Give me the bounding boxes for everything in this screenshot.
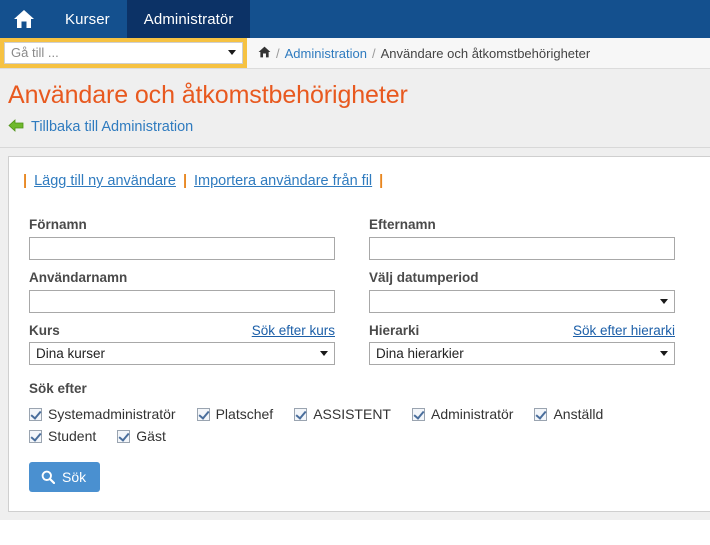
content-area: | Lägg till ny användare | Importera anv… xyxy=(0,148,710,520)
action-separator-3: | xyxy=(379,173,384,189)
course-label-row: Kurs Sök efter kurs xyxy=(29,323,351,338)
action-separator-2: | xyxy=(182,173,188,189)
action-links-row: | Lägg till ny användare | Importera anv… xyxy=(9,171,710,189)
nav-tab-kurser[interactable]: Kurser xyxy=(48,0,127,38)
breadcrumb-link-administration[interactable]: Administration xyxy=(285,46,367,61)
chevron-down-icon xyxy=(228,50,236,55)
chevron-down-icon xyxy=(660,351,668,356)
checkbox-anstalld[interactable]: Anställd xyxy=(534,406,603,422)
form-row-names: Förnamn Efternamn xyxy=(29,217,710,260)
hierarchy-label-row: Hierarki Sök efter hierarki xyxy=(369,323,691,338)
home-icon xyxy=(13,9,35,29)
checkbox-assistent[interactable]: ASSISTENT xyxy=(294,406,391,422)
search-for-checkbox-rows: Systemadministratör Platschef ASSISTENT xyxy=(29,401,710,444)
hierarchy-value: Dina hierarkier xyxy=(376,346,464,361)
checkbox-label: Systemadministratör xyxy=(48,406,176,422)
nav-tab-kurser-label: Kurser xyxy=(65,10,110,28)
page-title: Användare och åtkomstbehörigheter xyxy=(8,81,408,109)
checkbox-icon xyxy=(29,429,42,443)
checkbox-systemadministrator[interactable]: Systemadministratör xyxy=(29,406,176,422)
username-input[interactable] xyxy=(29,290,335,313)
back-link-row[interactable]: Tillbaka till Administration xyxy=(8,119,710,137)
field-username: Användarnamn xyxy=(29,270,369,313)
course-value: Dina kurser xyxy=(36,346,106,361)
checkbox-label: Platschef xyxy=(215,406,274,422)
field-hierarchy: Hierarki Sök efter hierarki Dina hierark… xyxy=(369,323,709,365)
checkbox-label: Anställd xyxy=(553,406,604,422)
dateperiod-dropdown[interactable] xyxy=(369,290,675,313)
course-dropdown[interactable]: Dina kurser xyxy=(29,342,335,365)
form-row-username-period: Användarnamn Välj datumperiod xyxy=(29,270,710,313)
dateperiod-label: Välj datumperiod xyxy=(369,270,479,285)
user-search-form: Förnamn Efternamn Användarnamn Välj datu… xyxy=(9,189,710,492)
firstname-label: Förnamn xyxy=(29,217,87,232)
checkbox-platschef[interactable]: Platschef xyxy=(196,406,274,422)
checkbox-label: Administratör xyxy=(430,406,514,422)
add-new-user-link[interactable]: Lägg till ny användare xyxy=(34,173,176,189)
checkbox-administrator[interactable]: Administratör xyxy=(411,406,514,422)
search-for-group: Sök efter Systemadministratör Platschef xyxy=(29,375,710,444)
field-lastname: Efternamn xyxy=(369,217,709,260)
form-row-course-hierarchy: Kurs Sök efter kurs Dina kurser Hierarki… xyxy=(29,323,710,365)
top-navigation-bar: Kurser Administratör xyxy=(0,0,710,38)
chevron-down-icon xyxy=(660,299,668,304)
search-for-label: Sök efter xyxy=(29,381,87,396)
home-button[interactable] xyxy=(0,0,48,38)
submit-row: Sök xyxy=(29,450,710,492)
search-button-label: Sök xyxy=(62,469,87,485)
breadcrumb-current-page: Användare och åtkomstbehörigheter xyxy=(380,45,591,61)
checkbox-icon xyxy=(29,407,42,421)
checkbox-gast[interactable]: Gäst xyxy=(117,428,166,444)
checkbox-label: Gäst xyxy=(136,428,166,444)
goto-dropdown-value: Gå till ... xyxy=(11,45,59,60)
search-icon xyxy=(41,470,55,484)
search-button[interactable]: Sök xyxy=(29,462,101,492)
checkbox-icon xyxy=(117,429,131,443)
secondary-bar: Gå till ... / Administration / Användare… xyxy=(0,38,710,69)
nav-tab-administrator-label: Administratör xyxy=(143,10,234,28)
chevron-down-icon xyxy=(320,351,328,356)
username-label: Användarnamn xyxy=(29,270,128,285)
field-dateperiod: Välj datumperiod xyxy=(369,270,709,313)
import-users-link[interactable]: Importera användare från fil xyxy=(194,173,372,189)
breadcrumb-separator-2: / xyxy=(372,45,376,61)
checkbox-icon xyxy=(294,407,308,421)
page-header: Användare och åtkomstbehörigheter Tillba… xyxy=(0,69,710,148)
checkbox-icon xyxy=(534,407,548,421)
checkbox-label: Student xyxy=(48,428,97,444)
checkbox-row-1: Systemadministratör Platschef ASSISTENT xyxy=(29,406,710,422)
nav-tab-administrator[interactable]: Administratör xyxy=(126,0,251,38)
lastname-label: Efternamn xyxy=(369,217,436,232)
field-course: Kurs Sök efter kurs Dina kurser xyxy=(29,323,369,365)
hierarchy-label: Hierarki xyxy=(369,323,420,338)
search-course-link[interactable]: Sök efter kurs xyxy=(252,323,335,338)
checkbox-student[interactable]: Student xyxy=(29,428,96,444)
breadcrumb-home-icon[interactable] xyxy=(258,46,271,61)
action-separator-1: | xyxy=(23,173,28,189)
hierarchy-dropdown[interactable]: Dina hierarkier xyxy=(369,342,675,365)
lastname-input[interactable] xyxy=(369,237,675,260)
search-hierarchy-link[interactable]: Sök efter hierarki xyxy=(573,323,675,338)
checkbox-row-2: Student Gäst xyxy=(29,428,710,444)
content-panel: | Lägg till ny användare | Importera anv… xyxy=(8,156,710,512)
back-link-label[interactable]: Tillbaka till Administration xyxy=(31,119,193,135)
firstname-input[interactable] xyxy=(29,237,335,260)
checkbox-label: ASSISTENT xyxy=(313,406,391,422)
goto-dropdown-wrapper: Gå till ... xyxy=(0,38,247,68)
breadcrumb: / Administration / Användare och åtkomst… xyxy=(247,38,710,68)
checkbox-icon xyxy=(411,407,425,421)
goto-dropdown[interactable]: Gå till ... xyxy=(4,41,243,64)
checkbox-icon xyxy=(196,407,210,421)
breadcrumb-separator-1: / xyxy=(276,45,280,61)
course-label: Kurs xyxy=(29,323,60,338)
arrow-left-icon xyxy=(8,119,24,135)
field-firstname: Förnamn xyxy=(29,217,369,260)
